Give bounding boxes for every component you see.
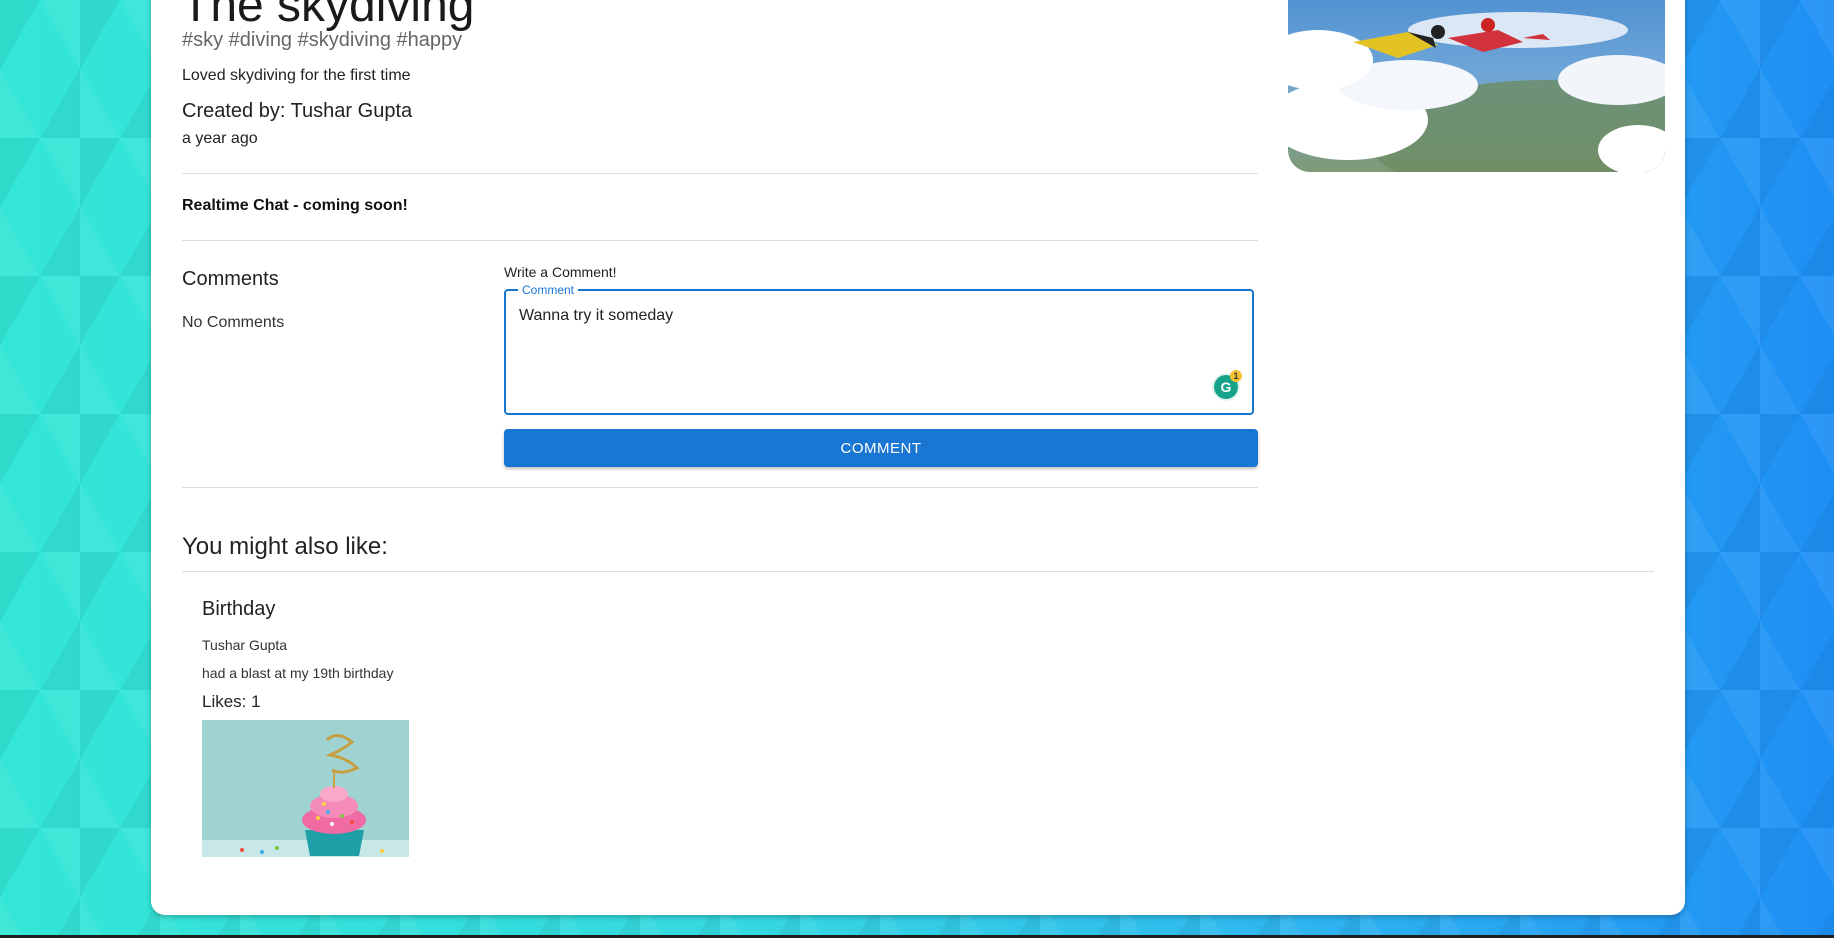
grammarly-badge: 1 [1230, 370, 1242, 382]
comment-input[interactable] [519, 307, 1209, 397]
post-timestamp: a year ago [182, 130, 258, 147]
comment-field[interactable]: Comment G 1 [504, 283, 1254, 415]
recommendation-likes: Likes: 1 [202, 692, 261, 711]
post-image [1288, 0, 1665, 172]
divider [182, 240, 1258, 241]
recommendation-card[interactable]: Birthday Tushar Gupta had a blast at my … [202, 598, 442, 857]
recommendation-title: Birthday [202, 598, 276, 620]
no-comments-text: No Comments [182, 314, 285, 331]
divider [182, 173, 1258, 174]
post-creator: Created by: Tushar Gupta [182, 100, 413, 122]
comment-field-legend: Comment [518, 283, 579, 297]
comments-heading: Comments [182, 268, 279, 290]
recommendation-author: Tushar Gupta [202, 637, 288, 653]
post-description: Loved skydiving for the first time [182, 67, 411, 84]
recommendations-heading: You might also like: [182, 533, 388, 560]
grammarly-icon[interactable]: G 1 [1214, 370, 1242, 399]
recommendation-description: had a blast at my 19th birthday [202, 665, 394, 681]
recommendation-image[interactable] [202, 720, 409, 857]
post-tags: #sky #diving #skydiving #happy [182, 29, 463, 51]
comment-button[interactable]: COMMENT [504, 429, 1258, 467]
write-comment-label: Write a Comment! [504, 264, 617, 280]
realtime-chat-notice: Realtime Chat - coming soon! [182, 197, 408, 214]
divider [182, 571, 1654, 572]
divider [182, 487, 1258, 488]
